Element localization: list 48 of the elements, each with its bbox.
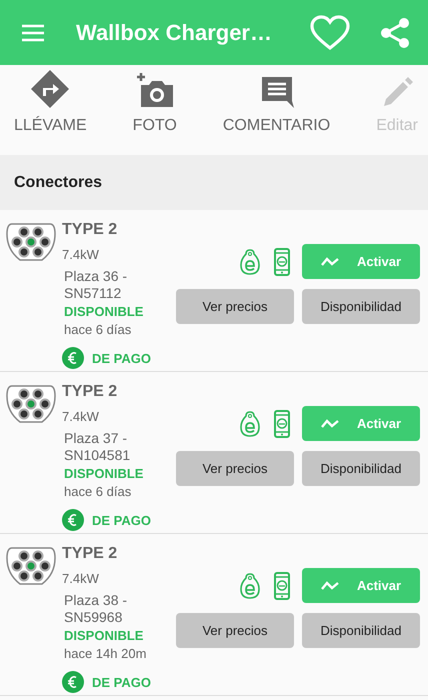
connector-power: 7.4kW [62,247,99,262]
key-fob-icon [240,410,260,436]
add-photo-icon [134,73,175,109]
connector-location: Plaza 37 - SN104581 [64,430,132,464]
share-icon[interactable] [380,16,410,48]
comment-icon [260,75,294,109]
key-fob-icon [240,248,260,274]
pencil-icon [381,77,414,109]
pulse-icon [320,580,339,590]
update-time: hace 6 días [64,322,132,337]
payment-label: DE PAGO [92,674,151,690]
euro-icon [62,509,84,531]
phone-app-icon [274,572,290,600]
availability-button[interactable]: Disponibilidad [302,451,420,486]
connector-power: 7.4kW [62,409,99,424]
connector-type: TYPE 2 [62,383,118,401]
status-label: DISPONIBLE [64,628,144,643]
payment-label: DE PAGO [92,350,151,366]
action-button[interactable]: LLÉVAME [14,65,87,155]
phone-app-icon [274,248,290,276]
connector-type: TYPE 2 [62,221,118,239]
pulse-icon [320,418,339,428]
euro-icon [62,671,84,693]
prices-button[interactable]: Ver precios [176,451,294,486]
update-time: hace 6 días [64,484,132,499]
connector-power: 7.4kW [62,571,99,586]
pulse-icon [320,256,339,266]
euro-icon [62,347,84,369]
payment-label: DE PAGO [92,512,151,528]
connector-type: TYPE 2 [62,545,118,563]
status-label: DISPONIBLE [64,466,144,481]
prices-button[interactable]: Ver precios [176,289,294,324]
phone-app-icon [274,410,290,438]
menu-icon[interactable] [20,22,46,42]
connector-location: Plaza 38 - SN59968 [64,592,128,626]
availability-button[interactable]: Disponibilidad [302,613,420,648]
status-label: DISPONIBLE [64,304,144,319]
turn-sign-icon [30,69,70,109]
availability-button[interactable]: Disponibilidad [302,289,420,324]
key-fob-icon [240,572,260,598]
section-title: Conectores [14,174,102,192]
action-button[interactable]: COMENTARIO [222,65,330,155]
update-time: hace 14h 20m [64,646,146,661]
connector-location: Plaza 36 - SN57112 [64,268,128,302]
app-title: Wallbox Charger… [76,20,273,46]
heart-icon[interactable] [310,14,350,50]
action-button[interactable]: FOTO [132,65,177,155]
prices-button[interactable]: Ver precios [176,613,294,648]
